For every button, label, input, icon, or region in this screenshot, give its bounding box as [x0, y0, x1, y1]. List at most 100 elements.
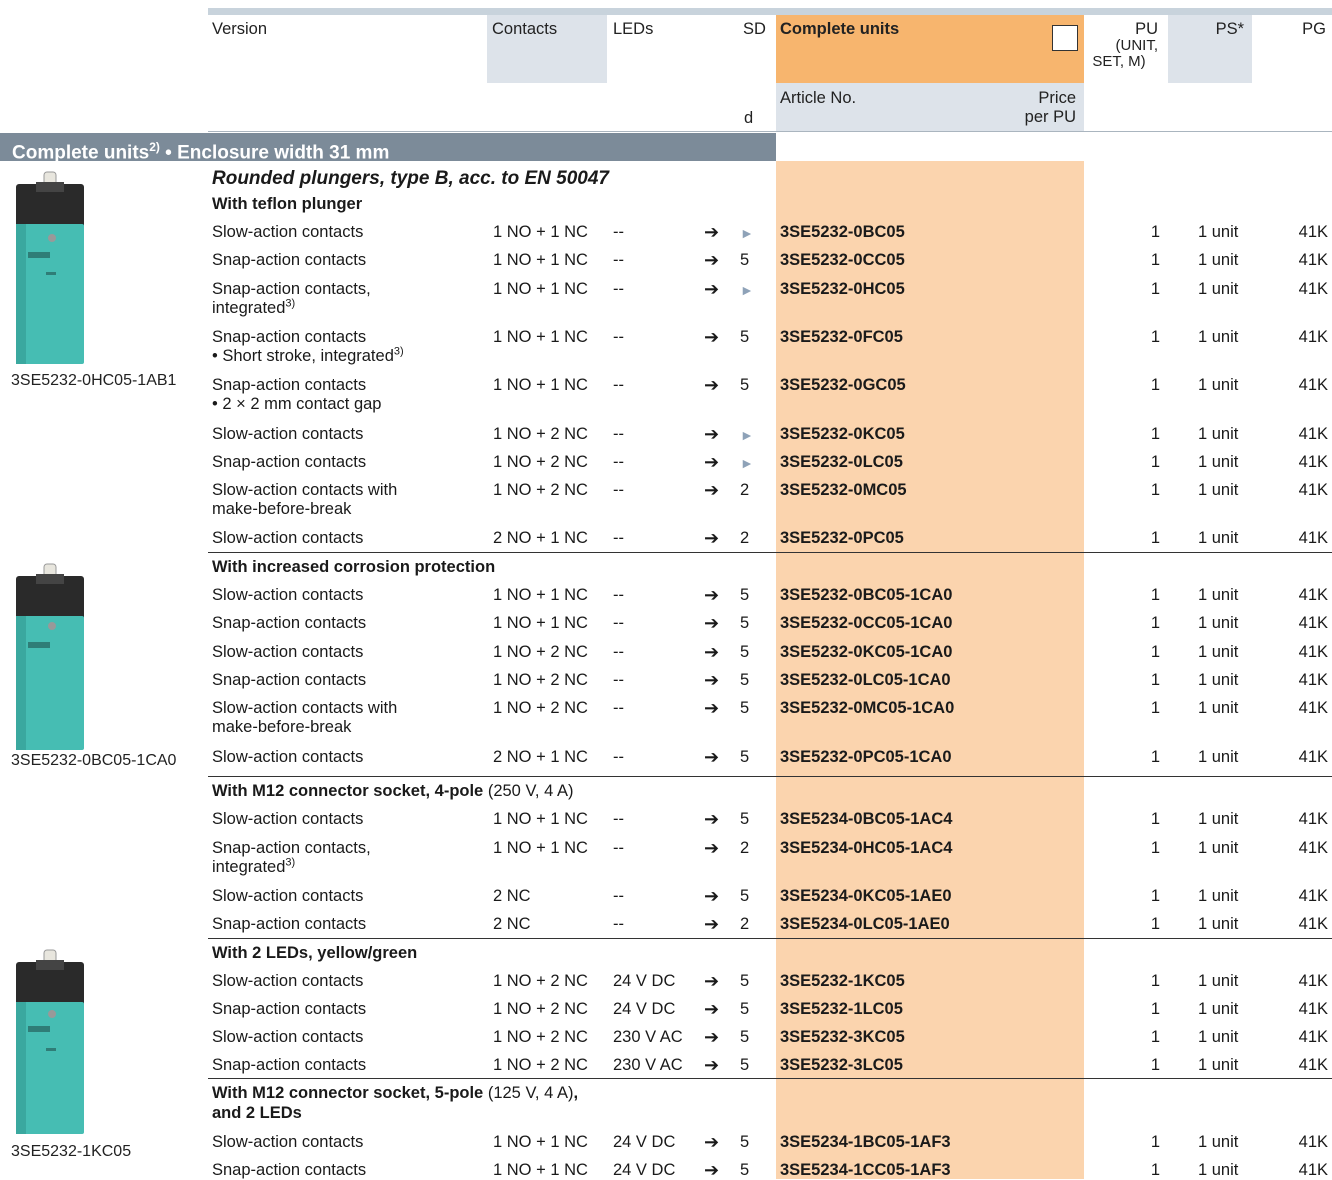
contacts-cell: 1 NO + 2 NC [493, 643, 588, 661]
contacts-cell: 1 NO + 1 NC [493, 614, 588, 632]
contacts-cell: 1 NO + 1 NC [493, 251, 588, 269]
version-cell: Slow-action contacts [212, 425, 487, 444]
leds-cell: -- [613, 280, 624, 298]
pu-cell: 1 [1150, 839, 1160, 857]
version-line1: Snap-action contacts [212, 915, 367, 933]
leds-cell: -- [613, 529, 624, 547]
version-cell: Slow-action contacts [212, 1133, 487, 1152]
pg-cell: 41K [1298, 376, 1328, 394]
arrow-icon: ➔ [704, 1160, 720, 1180]
version-line2: integrated [212, 299, 286, 317]
delivery-cell: 5 [740, 1161, 750, 1179]
pu-cell: 1 [1150, 425, 1160, 443]
delivery-cell: ► [740, 282, 754, 298]
ps-cell: 1 unit [1198, 425, 1239, 443]
header-complete-units: Complete units [780, 20, 900, 38]
arrow-icon: ➔ [704, 1132, 720, 1152]
pg-cell: 41K [1298, 453, 1328, 471]
article-number: 3SE5232-0LC05 [780, 453, 903, 471]
pu-cell: 1 [1150, 1028, 1160, 1046]
delivery-cell: 5 [740, 972, 750, 990]
article-number: 3SE5232-0KC05-1CA0 [780, 643, 953, 661]
group-divider [208, 776, 1332, 777]
complete-units-checkbox[interactable] [1052, 25, 1078, 51]
version-line1: Snap-action contacts [212, 1000, 367, 1018]
ps-cell: 1 unit [1198, 972, 1239, 990]
pu-cell: 1 [1150, 453, 1160, 471]
version-cell: Snap-action contacts [212, 1161, 487, 1180]
ps-cell: 1 unit [1198, 643, 1239, 661]
arrow-icon: ➔ [704, 670, 720, 690]
ps-cell: 1 unit [1198, 699, 1239, 717]
contacts-cell: 1 NO + 2 NC [493, 1056, 588, 1074]
article-column-bg [776, 161, 1084, 1179]
contacts-cell: 1 NO + 1 NC [493, 839, 588, 857]
leds-cell: -- [613, 671, 624, 689]
pu-cell: 1 [1150, 671, 1160, 689]
leds-cell: 230 V AC [613, 1028, 683, 1046]
pu-cell: 1 [1150, 251, 1160, 269]
delivery-cell: 5 [740, 643, 750, 661]
article-number: 3SE5234-1BC05-1AF3 [780, 1133, 951, 1151]
arrow-icon: ➔ [704, 585, 720, 605]
pu-cell: 1 [1150, 1056, 1160, 1074]
version-line1: Slow-action contacts [212, 1028, 364, 1046]
delivery-cell: 5 [740, 887, 750, 905]
version-line1: Slow-action contacts [212, 223, 364, 241]
article-number: 3SE5232-0MC05-1CA0 [780, 699, 955, 717]
article-number: 3SE5232-0KC05 [780, 425, 905, 443]
delivery-cell: 5 [740, 1028, 750, 1046]
leds-cell: -- [613, 748, 624, 766]
version-cell: Snap-action contacts, integrated3) [212, 839, 487, 877]
version-line1: Slow-action contacts with [212, 699, 398, 717]
leds-cell: -- [613, 643, 624, 661]
limit-switch-image [16, 171, 84, 364]
contacts-cell: 2 NO + 1 NC [493, 748, 588, 766]
pu-cell: 1 [1150, 1133, 1160, 1151]
version-cell: Snap-action contacts [212, 614, 487, 633]
arrow-icon: ➔ [704, 222, 720, 242]
header-pu: PU [1135, 20, 1158, 38]
ps-cell: 1 unit [1198, 1161, 1239, 1179]
ps-cell: 1 unit [1198, 614, 1239, 632]
pu-cell: 1 [1150, 699, 1160, 717]
pg-cell: 41K [1298, 1161, 1328, 1179]
pg-cell: 41K [1298, 915, 1328, 933]
pg-cell: 41K [1298, 223, 1328, 241]
leds-cell: -- [613, 481, 624, 499]
leds-cell: -- [613, 376, 624, 394]
leds-cell: -- [613, 614, 624, 632]
delivery-cell: 5 [740, 748, 750, 766]
arrow-icon: ➔ [704, 838, 720, 858]
arrow-icon: ➔ [704, 452, 720, 472]
arrow-icon: ➔ [704, 642, 720, 662]
version-line1: Snap-action contacts, [212, 839, 371, 857]
ps-cell: 1 unit [1198, 586, 1239, 604]
delivery-cell: 5 [740, 328, 750, 346]
version-cell: Slow-action contacts [212, 887, 487, 906]
ps-cell: 1 unit [1198, 453, 1239, 471]
contacts-cell: 1 NO + 1 NC [493, 810, 588, 828]
article-number: 3SE5232-3KC05 [780, 1028, 905, 1046]
leds-cell: -- [613, 328, 624, 346]
header-bottom-rule [208, 131, 1332, 132]
pu-cell: 1 [1150, 810, 1160, 828]
ps-cell: 1 unit [1198, 481, 1239, 499]
pg-cell: 41K [1298, 529, 1328, 547]
header-pg: PG [1302, 20, 1326, 38]
contacts-cell: 2 NC [493, 915, 531, 933]
pg-cell: 41K [1298, 481, 1328, 499]
version-cell: Snap-action contacts [212, 1000, 487, 1019]
delivery-cell: 2 [740, 839, 750, 857]
ps-cell: 1 unit [1198, 810, 1239, 828]
arrow-icon: ➔ [704, 613, 720, 633]
delivery-cell: 5 [740, 671, 750, 689]
contacts-cell: 1 NO + 1 NC [493, 1161, 588, 1179]
pu-cell: 1 [1150, 915, 1160, 933]
ps-cell: 1 unit [1198, 1028, 1239, 1046]
header-article-no: Article No. [780, 89, 857, 107]
pu-cell: 1 [1150, 1161, 1160, 1179]
leds-cell: -- [613, 839, 624, 857]
version-line1: Snap-action contacts [212, 328, 367, 346]
version-line1: Slow-action contacts [212, 748, 364, 766]
